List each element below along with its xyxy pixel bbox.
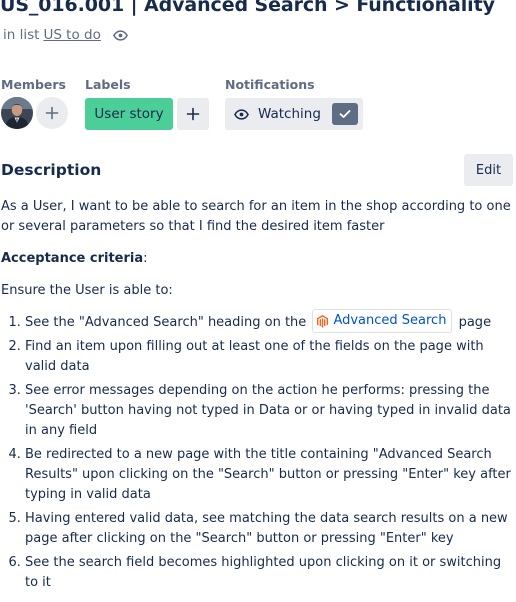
- members-label: Members: [1, 77, 66, 92]
- item-text: page: [458, 315, 492, 330]
- list-item: Be redirected to a new page with the tit…: [25, 445, 513, 505]
- ensure-text: Ensure the User is able to:: [1, 283, 173, 298]
- eye-icon: [112, 29, 128, 41]
- magento-icon: [317, 314, 329, 328]
- item-text: See the "Advanced Search" heading on the: [25, 315, 307, 330]
- list-item: See error messages depending on the acti…: [25, 381, 513, 441]
- eye-icon: [234, 108, 249, 120]
- criteria-list: See the "Advanced Search" heading on the…: [1, 309, 513, 593]
- watch-label: Watching: [258, 106, 321, 122]
- list-item: Having entered valid data, see matching …: [25, 509, 513, 549]
- description-body[interactable]: As a User, I want to be able to search f…: [1, 197, 513, 597]
- add-member-button[interactable]: [36, 97, 68, 129]
- list-item: See the search field becomes highlighted…: [25, 553, 513, 593]
- watch-button[interactable]: Watching: [225, 98, 363, 130]
- labels-label: Labels: [85, 77, 131, 92]
- link-label: Advanced Search: [333, 313, 447, 328]
- in-list-prefix: in list: [3, 27, 40, 43]
- label-user-story[interactable]: User story: [85, 98, 173, 130]
- list-item: Find an item upon filling out at least o…: [25, 337, 513, 377]
- plus-icon: [45, 106, 59, 120]
- plus-icon: [186, 107, 200, 121]
- notifications-label: Notifications: [225, 77, 315, 92]
- avatar[interactable]: [1, 97, 33, 129]
- acceptance-suffix: :: [143, 251, 148, 266]
- list-link[interactable]: US to do: [43, 27, 100, 43]
- checkmark-icon: [332, 103, 358, 125]
- list-item: See the "Advanced Search" heading on the…: [25, 309, 513, 333]
- advanced-search-link[interactable]: Advanced Search: [312, 309, 453, 333]
- add-label-button[interactable]: [177, 98, 209, 130]
- acceptance-label: Acceptance criteria: [1, 251, 144, 266]
- description-intro: As a User, I want to be able to search f…: [1, 199, 511, 234]
- card-title[interactable]: US_016.001 | Advanced Search > Functiona…: [0, 0, 495, 16]
- acceptance-criteria: Acceptance criteria:: [1, 249, 513, 269]
- description-heading: Description: [1, 161, 102, 179]
- edit-button[interactable]: Edit: [464, 154, 513, 186]
- list-info: in list US to do: [3, 27, 128, 43]
